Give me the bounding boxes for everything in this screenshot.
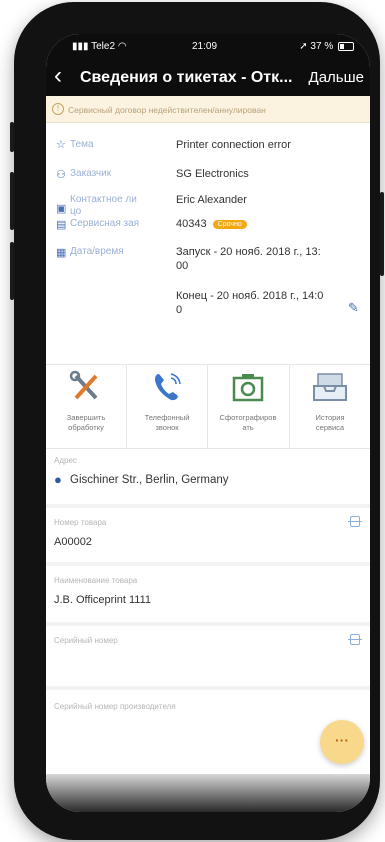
navigation-bar: ‹ Сведения о тикетах - Отк... Дальше (46, 58, 370, 96)
status-right: ➚ 37 % (299, 41, 354, 52)
map-pin-icon: ● (54, 472, 62, 487)
barcode-scan-icon[interactable] (348, 516, 362, 527)
power-button (380, 192, 384, 276)
camera-icon (232, 374, 264, 402)
person-icon: ⚇ (56, 169, 66, 181)
subject-value: Printer connection error (176, 139, 291, 151)
mute-switch (10, 122, 14, 152)
contact-value[interactable]: Eric Alexander (176, 194, 247, 206)
battery-percent: 37 % (310, 41, 334, 52)
phone-icon (155, 373, 181, 401)
battery-icon (338, 41, 354, 51)
signal-icon: ▮▮▮ (72, 41, 89, 52)
volume-down-button (10, 242, 14, 300)
start-time-line2: 00 (176, 260, 189, 272)
product-name-value[interactable]: J.B. Officeprint 1111 (54, 594, 151, 606)
complete-processing-button[interactable]: Завершить обработку (46, 364, 126, 448)
divider (46, 562, 370, 566)
barcode-scan-icon[interactable] (348, 634, 362, 645)
service-order-value[interactable]: 40343 Срочно (176, 218, 247, 230)
end-time-line2: 0 (176, 304, 183, 316)
product-number-label: Номер товара (54, 518, 107, 527)
contact-label-line1: Контактное ли (70, 194, 137, 205)
calendar-icon: ▦ (56, 247, 67, 259)
take-photo-button[interactable]: Сфотографиров ать (208, 364, 288, 448)
more-actions-button[interactable]: ··· (320, 720, 364, 764)
phone-call-button[interactable]: Телефонный звонок (127, 364, 207, 448)
subject-label: Тема (70, 139, 94, 150)
location-icon: ➚ (299, 41, 308, 52)
page-title: Сведения о тикетах - Отк... (80, 69, 293, 86)
divider (46, 622, 370, 626)
table-icon: ▤ (56, 219, 67, 231)
star-icon: ☆ (56, 139, 66, 151)
warning-text: Сервисный договор недействителен/аннулир… (68, 105, 266, 115)
warning-icon: ! (52, 103, 64, 115)
volume-up-button (10, 172, 14, 230)
customer-label: Заказчик (70, 168, 112, 179)
serial-number-label: Серийный номер (54, 636, 118, 645)
warning-banner: ! Сервисный договор недействителен/аннул… (46, 96, 370, 123)
end-time-line1: Конец - 20 нояб. 2018 г., 14:0 (176, 290, 324, 302)
contact-label-line2: цо (70, 206, 82, 217)
divider (46, 448, 370, 449)
phone-frame: ▮▮▮ Tele2 ◠ 21:09 ➚ 37 % ‹ Сведения о ти… (10, 2, 384, 840)
carrier-label: ▮▮▮ Tele2 ◠ (72, 41, 127, 52)
customer-value[interactable]: SG Electronics (176, 168, 249, 180)
product-number-value[interactable]: A00002 (54, 536, 92, 548)
contact-card-icon: ▣ (56, 203, 67, 215)
divider (46, 686, 370, 690)
manufacturer-serial-label: Серийный номер производителя (54, 702, 176, 711)
product-name-label: Наименование товара (54, 576, 138, 585)
service-history-button[interactable]: История сервиса (290, 364, 370, 448)
start-time-line1: Запуск - 20 нояб. 2018 г., 13: (176, 246, 321, 258)
status-bar: ▮▮▮ Tele2 ◠ 21:09 ➚ 37 % (46, 34, 370, 58)
pencil-icon[interactable]: ✎ (348, 300, 359, 316)
status-time: 21:09 (192, 41, 218, 52)
app-screen: ▮▮▮ Tele2 ◠ 21:09 ➚ 37 % ‹ Сведения о ти… (46, 34, 370, 812)
urgent-badge: Срочно (212, 219, 247, 229)
inbox-tray-icon (313, 373, 347, 401)
address-label: Адрес (54, 456, 77, 465)
next-button[interactable]: Дальше (309, 69, 364, 86)
wifi-icon: ◠ (117, 41, 127, 52)
address-value[interactable]: Gischiner Str., Berlin, Germany (70, 474, 229, 486)
wrench-screwdriver-icon (69, 370, 98, 400)
service-order-label: Сервисная зая (70, 218, 140, 229)
datetime-label: Дата/время (70, 246, 124, 257)
screen-bottom-edge (46, 774, 370, 812)
back-arrow-icon[interactable]: ‹ (54, 63, 62, 89)
divider (46, 504, 370, 508)
